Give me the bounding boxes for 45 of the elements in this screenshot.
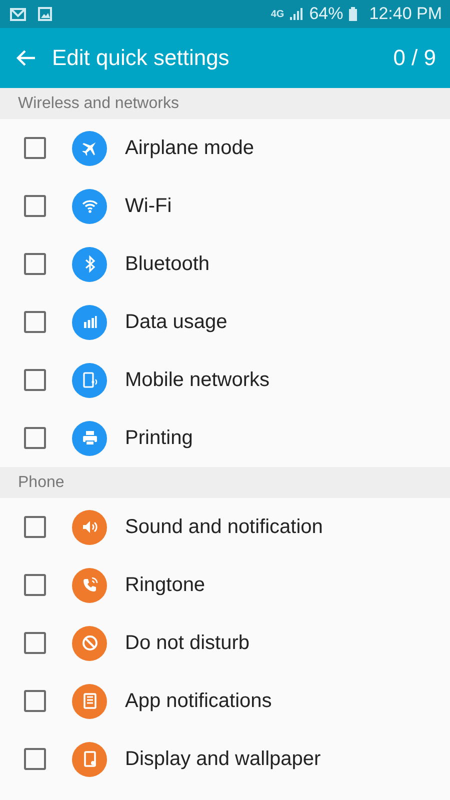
setting-item[interactable]: Do not disturb	[0, 614, 450, 672]
setting-item[interactable]: App notifications	[0, 672, 450, 730]
section-header: Phone	[0, 467, 450, 498]
mail-icon	[10, 8, 26, 20]
clock: 12:40 PM	[369, 4, 442, 24]
back-arrow-icon	[16, 49, 36, 67]
section-header: Wireless and networks	[0, 88, 450, 119]
setting-item[interactable]: Printing	[0, 409, 450, 467]
setting-item[interactable]: Sound and notification	[0, 498, 450, 556]
checkbox[interactable]	[24, 137, 46, 159]
setting-label: Display and wallpaper	[125, 748, 321, 770]
setting-item[interactable]: Bluetooth	[0, 235, 450, 293]
setting-label: Sound and notification	[125, 516, 323, 538]
setting-item[interactable]: Ringtone	[0, 556, 450, 614]
checkbox[interactable]	[24, 632, 46, 654]
checkbox[interactable]	[24, 311, 46, 333]
checkbox[interactable]	[24, 748, 46, 770]
setting-label: Data usage	[125, 310, 228, 334]
checkbox[interactable]	[24, 427, 46, 449]
setting-label: Printing	[125, 426, 193, 450]
checkbox[interactable]	[24, 516, 46, 538]
setting-item[interactable]: Display and wallpaper	[0, 730, 450, 788]
setting-label: Airplane mode	[125, 136, 254, 160]
checkbox[interactable]	[24, 574, 46, 596]
setting-label: Do not disturb	[125, 632, 250, 654]
screen-title: Edit quick settings	[52, 45, 230, 71]
checkbox[interactable]	[24, 369, 46, 391]
setting-label: Wi-Fi	[125, 194, 172, 218]
network-type: 4G	[270, 8, 284, 20]
setting-label: Ringtone	[125, 574, 206, 596]
setting-item[interactable]: Data usage	[0, 293, 450, 351]
checkbox[interactable]	[24, 690, 46, 712]
battery-percent: 64%	[309, 4, 344, 24]
setting-label: Mobile networks	[125, 368, 270, 392]
checkbox[interactable]	[24, 195, 46, 217]
setting-item[interactable]: Wi-Fi	[0, 177, 450, 235]
checkbox[interactable]	[24, 253, 46, 275]
image-icon	[38, 7, 52, 21]
signal-icon	[290, 8, 304, 20]
setting-label: Bluetooth	[125, 252, 210, 276]
setting-item[interactable]: Mobile networks	[0, 351, 450, 409]
selection-counter: 0 / 9	[393, 45, 436, 71]
setting-label: App notifications	[125, 690, 272, 712]
setting-item[interactable]: Airplane mode	[0, 119, 450, 177]
battery-icon	[349, 7, 358, 21]
